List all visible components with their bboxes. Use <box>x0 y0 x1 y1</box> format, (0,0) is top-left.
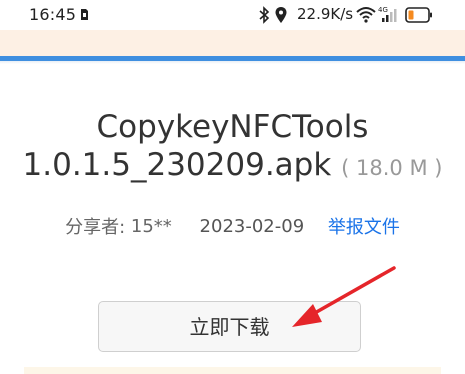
network-speed: 22.9K/s <box>297 5 354 23</box>
report-file-link[interactable]: 举报文件 <box>328 213 400 239</box>
location-icon <box>275 7 287 23</box>
sim-card-icon <box>81 9 88 20</box>
file-size: ( 18.0 M ) <box>341 156 443 180</box>
file-title: CopykeyNFCTools 1.0.1.5_230209.apk ( 18.… <box>0 108 465 187</box>
status-time: 16:45 <box>29 5 77 24</box>
bluetooth-icon <box>259 6 270 24</box>
download-now-button[interactable]: 立即下载 <box>98 301 361 352</box>
signal-4g-icon: 4G <box>378 6 397 22</box>
status-bar: 16:45 22.9K/s 4G <box>0 0 465 30</box>
upload-date: 2023-02-09 <box>199 215 305 237</box>
file-meta: 分享者: 15** 2023-02-09 举报文件 <box>0 213 465 239</box>
sharer-name: 15** <box>130 215 172 237</box>
bottom-band <box>24 367 441 374</box>
file-name-line2: 1.0.1.5_230209.apk <box>22 147 332 183</box>
sharer-label: 分享者: <box>65 217 126 238</box>
svg-text:4G: 4G <box>378 6 388 14</box>
wifi-icon <box>356 7 376 23</box>
file-name-line1: CopykeyNFCTools <box>96 109 369 145</box>
battery-low-icon <box>405 7 432 23</box>
header-band <box>0 30 465 56</box>
